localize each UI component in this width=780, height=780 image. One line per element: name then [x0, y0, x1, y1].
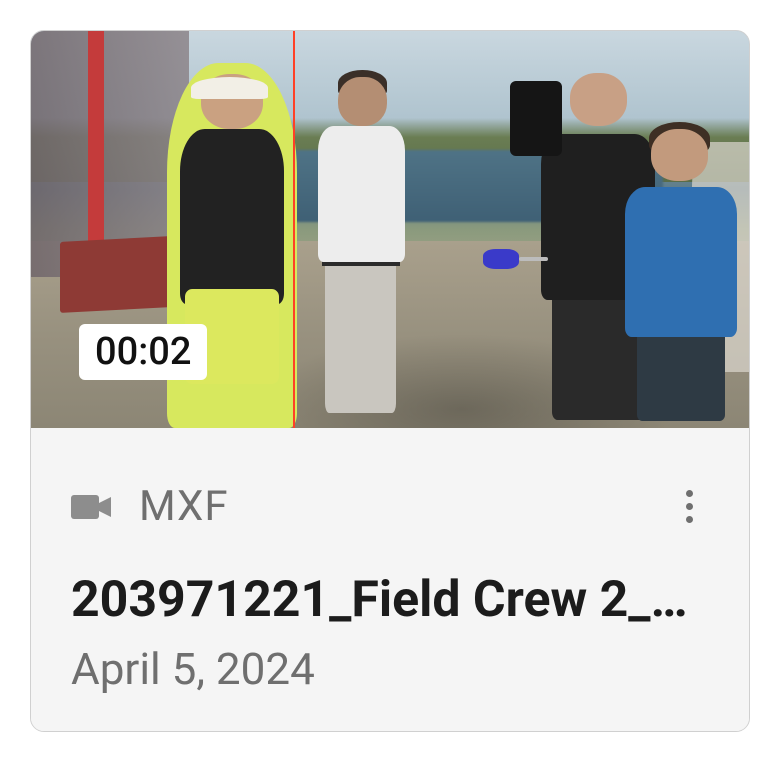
- clip-title: 203971221_Field Crew 2_MXF_4K_MXF: [71, 571, 709, 629]
- more-options-button[interactable]: [669, 487, 709, 527]
- video-icon: [71, 493, 111, 521]
- playhead-marker: [293, 31, 295, 428]
- microphone-icon: [483, 249, 519, 269]
- clip-date: April 5, 2024: [71, 643, 709, 695]
- thumb-person-interviewee: [304, 51, 419, 428]
- duration-badge: 00:02: [79, 324, 207, 380]
- thumb-person-reporter: [620, 102, 742, 428]
- format-row: MXF: [71, 482, 709, 531]
- card-metadata: MXF 203971221_Field Crew 2_MXF_4K_MXF Ap…: [31, 428, 749, 731]
- thumb-pillar: [88, 31, 104, 269]
- thumbnail[interactable]: 00:02: [31, 31, 749, 428]
- media-card[interactable]: 00:02 MXF 203971221_Field Crew 2_MXF_4K_…: [30, 30, 750, 732]
- file-format-label: MXF: [139, 482, 229, 531]
